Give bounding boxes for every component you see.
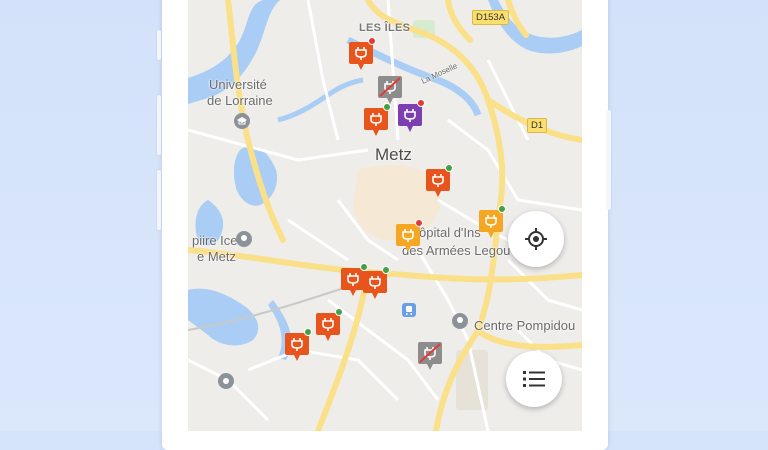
availability-status-dot [304,328,312,336]
museum-icon [452,313,468,329]
plug-icon [285,333,309,361]
road-number-tag: D1 [527,118,548,133]
plug-icon [341,268,365,296]
map-city-label: Metz [375,145,412,164]
university-icon [234,113,250,129]
map-place-label: piire Ice [192,233,238,248]
charging-station-marker[interactable] [349,37,376,72]
charging-station-marker[interactable] [316,308,343,343]
plug-icon [349,42,373,70]
plug-icon [398,104,422,132]
map-place-label: e Metz [197,249,237,264]
plug-icon [363,271,387,299]
phone-side-button [157,170,161,230]
plug-icon [396,224,420,252]
map-view[interactable]: LES ÎLES D153A D1 Université de Lorraine… [188,0,582,431]
map-place-label: Université [209,77,267,92]
plug-icon [479,210,503,238]
map-district-label: LES ÎLES [359,22,411,34]
my-location-button[interactable] [508,211,564,267]
place-pin-icon [236,231,252,247]
charging-station-unavailable-marker[interactable] [378,76,402,106]
availability-status-dot [383,103,391,111]
availability-status-dot [445,164,453,172]
availability-status-dot [368,37,376,45]
road-number-tag: D153A [472,10,510,25]
availability-status-dot [382,266,390,274]
garden-icon [218,373,234,389]
charging-station-unavailable-marker[interactable] [418,342,442,372]
plug-icon [426,169,450,197]
charging-station-marker[interactable] [398,99,425,134]
availability-status-dot [335,308,343,316]
charging-station-marker[interactable] [479,205,506,240]
availability-status-dot [417,99,425,107]
phone-side-button [157,30,161,60]
plug-icon [364,108,388,136]
plug-icon [316,313,340,341]
availability-status-dot [415,219,423,227]
charging-station-marker[interactable] [341,263,368,298]
map-place-label: ôpital d'Ins [419,225,481,240]
charging-station-marker[interactable] [396,219,423,254]
availability-status-dot [360,263,368,271]
my-location-icon [525,228,547,250]
phone-side-button [157,95,161,155]
list-view-button[interactable] [506,351,562,407]
charging-station-marker[interactable] [285,328,312,363]
list-icon [523,371,545,387]
availability-status-dot [498,205,506,213]
train-station-icon [402,303,416,317]
charging-station-marker[interactable] [364,103,391,138]
plug-off-icon [418,342,442,370]
plug-off-icon [378,76,402,104]
charging-station-marker[interactable] [363,266,390,301]
phone-side-button [607,110,611,210]
map-place-label: Centre Pompidou [474,318,576,333]
charging-station-marker[interactable] [426,164,453,199]
map-place-label: de Lorraine [207,93,273,108]
